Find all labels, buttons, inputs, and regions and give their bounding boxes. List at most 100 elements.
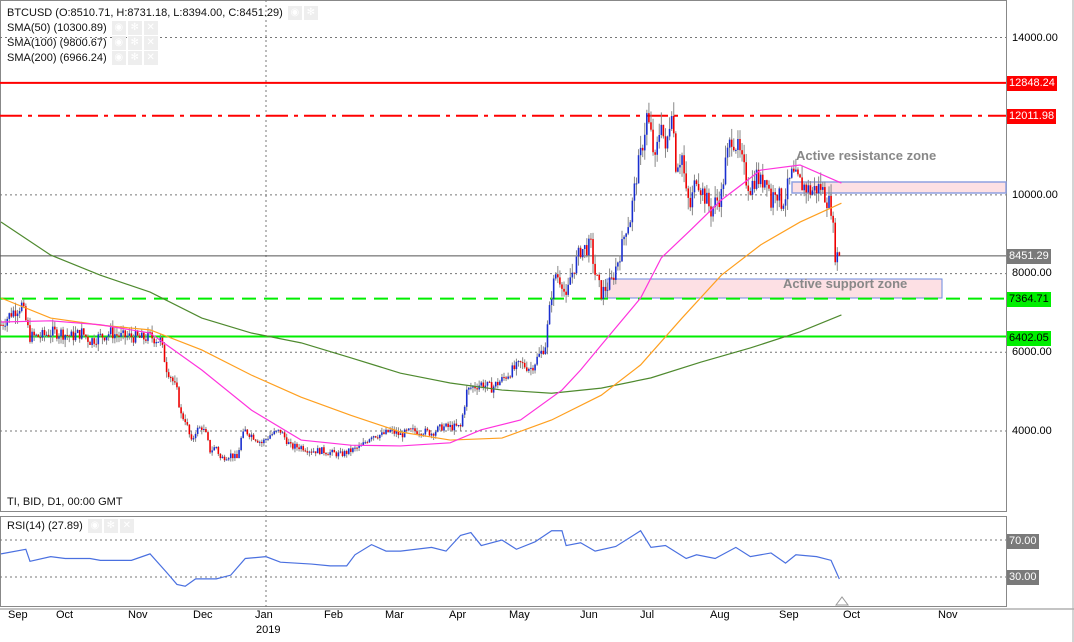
eye-icon[interactable]: ◉ [111,21,126,36]
candle-body [163,344,166,363]
candle-body [99,333,102,335]
current-time-marker-icon [835,596,849,606]
close-icon[interactable]: ✕ [143,36,158,51]
candle-body [14,310,17,317]
candle-body [296,443,298,448]
candle-body [766,180,768,185]
candle-body [323,447,325,454]
candle-body [290,442,292,444]
close-icon[interactable]: ✕ [143,21,158,36]
candle-body [480,382,483,386]
candle-body [836,252,839,263]
candle-body [666,136,669,149]
candle-body [8,313,11,319]
candle-body [244,429,247,432]
candle-body [699,190,702,195]
candle-body [341,451,344,457]
candle-body [532,367,534,371]
eye-icon[interactable]: ◉ [111,51,126,66]
candle-body [256,440,259,443]
candle-body [507,376,509,379]
candle-body [339,451,342,453]
candle-body [122,330,124,333]
candle-body [76,329,79,333]
candle-body [132,337,135,343]
candle-body [468,387,470,390]
candle-body [145,339,147,341]
price-chart[interactable] [0,0,1074,642]
candle-body [743,154,745,163]
candle-body [509,376,512,378]
candle-body [441,424,443,431]
candle-body [298,447,300,450]
candle-body [207,432,209,440]
eye-icon[interactable]: ◉ [87,519,102,534]
candle-body [685,173,687,189]
candle-body [681,155,683,165]
gear-icon[interactable]: ✻ [127,51,142,66]
candle-body [350,448,352,452]
gear-icon[interactable]: ✻ [303,6,318,21]
candle-body [37,334,40,338]
candle-body [178,387,180,408]
candle-body [598,274,601,281]
candle-body [768,184,770,189]
gear-icon[interactable]: ✻ [127,21,142,36]
candle-body [188,424,191,435]
candle-body [85,334,87,337]
candle-body [679,164,681,168]
candle-body [436,426,439,432]
candle-body [153,338,155,344]
candle-body [116,334,118,336]
candle-body [198,427,201,429]
eye-icon[interactable]: ◉ [111,36,126,51]
candle-body [511,365,514,378]
candle-body [643,134,646,151]
candle-body [687,188,690,198]
candle-body [49,335,52,337]
month-label: Dec [193,609,213,621]
candle-body [331,449,333,453]
candle-body [668,128,671,137]
current-price-tag: 8451.29 [1007,249,1051,264]
candle-body [503,377,505,379]
candle-body [604,286,607,291]
candle-body [399,433,402,435]
candle-body [648,113,650,123]
candle-body [747,185,750,192]
candle-body [43,330,46,336]
candle-body [221,456,224,459]
candle-body [795,169,797,172]
month-label: Oct [843,609,861,621]
candle-body [105,336,108,341]
gear-icon[interactable]: ✻ [127,36,142,51]
candle-body [577,247,580,257]
candle-body [165,362,168,373]
candle-body [267,438,269,440]
candle-body [250,434,253,438]
month-label: Jan [255,609,273,621]
gear-icon[interactable]: ✻ [103,519,118,534]
candle-body [242,431,244,438]
candle-body [294,443,296,449]
candle-body [211,450,213,453]
close-icon[interactable]: ✕ [143,51,158,66]
candle-body [223,456,226,461]
candle-body [720,189,723,207]
close-icon[interactable]: ✕ [119,519,134,534]
candle-body [279,429,282,433]
candle-body [658,134,661,142]
candle-body [134,331,137,343]
candle-body [633,183,636,201]
candle-body [345,451,348,454]
candle-body [465,389,468,407]
price-tick: 6000.00 [1012,346,1052,358]
candle-body [41,330,44,338]
candle-body [66,334,69,336]
candle-body [283,432,286,438]
candle-body [828,195,830,208]
month-label: Feb [324,609,343,621]
candle-body [776,194,779,201]
candle-body [169,377,172,379]
eye-icon[interactable]: ◉ [287,6,302,21]
